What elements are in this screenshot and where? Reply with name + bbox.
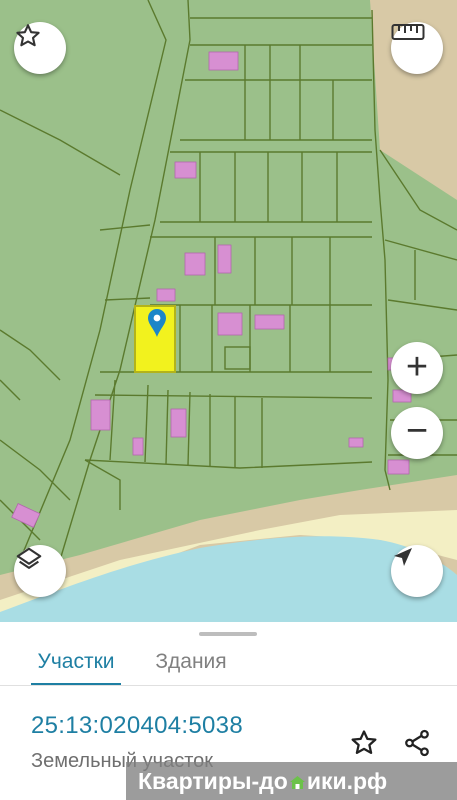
layers-button[interactable]	[14, 545, 66, 597]
my-location-button[interactable]	[391, 545, 443, 597]
site-watermark: Квартиры-до ики.рф	[126, 762, 457, 800]
add-favorite-button[interactable]	[346, 725, 382, 761]
zoom-out-button[interactable]: −	[391, 407, 443, 459]
watermark-text-start: Квартиры-до	[138, 767, 288, 794]
zoom-in-button[interactable]: +	[391, 342, 443, 394]
plus-icon: +	[405, 345, 429, 388]
sheet-drag-handle[interactable]	[199, 632, 257, 636]
minus-icon: −	[405, 410, 429, 452]
cadastral-number: 25:13:020404:5038	[31, 712, 243, 739]
tab-parcels[interactable]: Участки	[31, 638, 121, 686]
house-logo-icon	[289, 774, 306, 789]
layers-icon	[16, 547, 42, 569]
watermark-text-end: ики.рф	[306, 767, 388, 794]
tab-buildings[interactable]: Здания	[151, 638, 231, 686]
star-outline-icon	[351, 730, 377, 754]
ruler-button[interactable]	[391, 22, 443, 74]
cadastral-map[interactable]	[0, 0, 457, 622]
tab-bar: Участки Здания	[0, 638, 457, 686]
map-view[interactable]: + −	[0, 0, 457, 622]
share-icon	[405, 729, 429, 757]
favorite-button[interactable]	[14, 22, 66, 74]
share-button[interactable]	[399, 725, 435, 761]
ruler-icon	[391, 24, 425, 40]
divider	[0, 685, 457, 686]
star-outline-icon	[16, 24, 40, 47]
navigation-arrow-icon	[394, 548, 412, 566]
